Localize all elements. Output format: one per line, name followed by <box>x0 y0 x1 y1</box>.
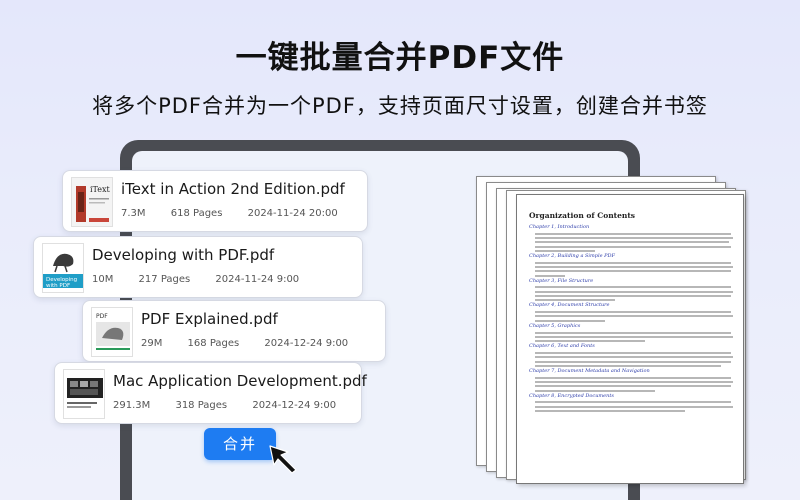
file-name: Mac Application Development.pdf <box>113 372 367 390</box>
file-card[interactable]: iText iText in Action 2nd Edition.pdf 7.… <box>62 170 368 232</box>
subheadline: 将多个PDF合并为一个PDF，支持页面尺寸设置，创建合并书签 <box>92 94 708 118</box>
file-size: 29M <box>141 338 163 349</box>
file-card[interactable]: PDF PDF Explained.pdf 29M 168 Pages 2024… <box>82 300 386 362</box>
file-name: iText in Action 2nd Edition.pdf <box>121 180 345 198</box>
book-cover-icon <box>63 369 105 419</box>
file-size: 7.3M <box>121 208 146 219</box>
chapter-heading: Chapter 2, Building a Simple PDF <box>529 252 615 259</box>
file-size: 10M <box>92 274 114 285</box>
book-cover-icon: iText <box>71 177 113 227</box>
merge-button[interactable]: 合并 <box>204 428 276 460</box>
file-meta: 7.3M 618 Pages 2024-11-24 20:00 <box>121 208 360 219</box>
chapter-heading: Chapter 1, Introduction <box>529 224 590 230</box>
chapter-heading: Chapter 5, Graphics <box>529 322 581 329</box>
chapter-heading: Chapter 6, Text and Fonts <box>529 343 595 350</box>
file-size: 291.3M <box>113 400 151 411</box>
svg-text:PDF: PDF <box>96 313 108 320</box>
headline: 一键批量合并PDF文件 <box>235 40 565 76</box>
svg-text:with PDF: with PDF <box>46 283 70 289</box>
chapter-heading: Chapter 3, File Structure <box>529 277 594 284</box>
chapter-heading: Chapter 8, Encrypted Documents <box>529 392 614 399</box>
file-pages: 168 Pages <box>187 338 240 349</box>
file-date: 2024-12-24 9:00 <box>264 338 349 349</box>
book-cover-icon: Developing with PDF <box>42 243 84 293</box>
file-pages: 217 Pages <box>138 274 191 285</box>
chapter-heading: Chapter 4, Document Structure <box>529 302 610 309</box>
file-name: Developing with PDF.pdf <box>92 246 275 264</box>
file-card[interactable]: Mac Application Development.pdf 291.3M 3… <box>54 362 367 424</box>
svg-text:iText: iText <box>90 185 111 194</box>
file-pages: 618 Pages <box>170 208 223 219</box>
file-date: 2024-12-24 9:00 <box>252 400 337 411</box>
file-pages: 318 Pages <box>175 400 228 411</box>
book-cover-icon: PDF <box>91 307 133 357</box>
document-title: Organization of Contents <box>529 211 636 220</box>
file-name: PDF Explained.pdf <box>141 310 278 328</box>
file-meta: 29M 168 Pages 2024-12-24 9:00 <box>141 338 370 349</box>
file-card[interactable]: Developing with PDF Developing with PDF.… <box>33 236 363 298</box>
file-date: 2024-11-24 9:00 <box>215 274 300 285</box>
file-meta: 291.3M 318 Pages 2024-12-24 9:00 <box>113 400 358 411</box>
merged-document-preview: Organization of Contents Chapter 1, Intr… <box>516 194 744 484</box>
file-meta: 10M 217 Pages 2024-11-24 9:00 <box>92 274 321 285</box>
cursor-arrow-icon <box>268 444 302 478</box>
file-date: 2024-11-24 20:00 <box>247 208 338 219</box>
chapter-heading: Chapter 7, Document Metadata and Navigat… <box>529 367 650 374</box>
